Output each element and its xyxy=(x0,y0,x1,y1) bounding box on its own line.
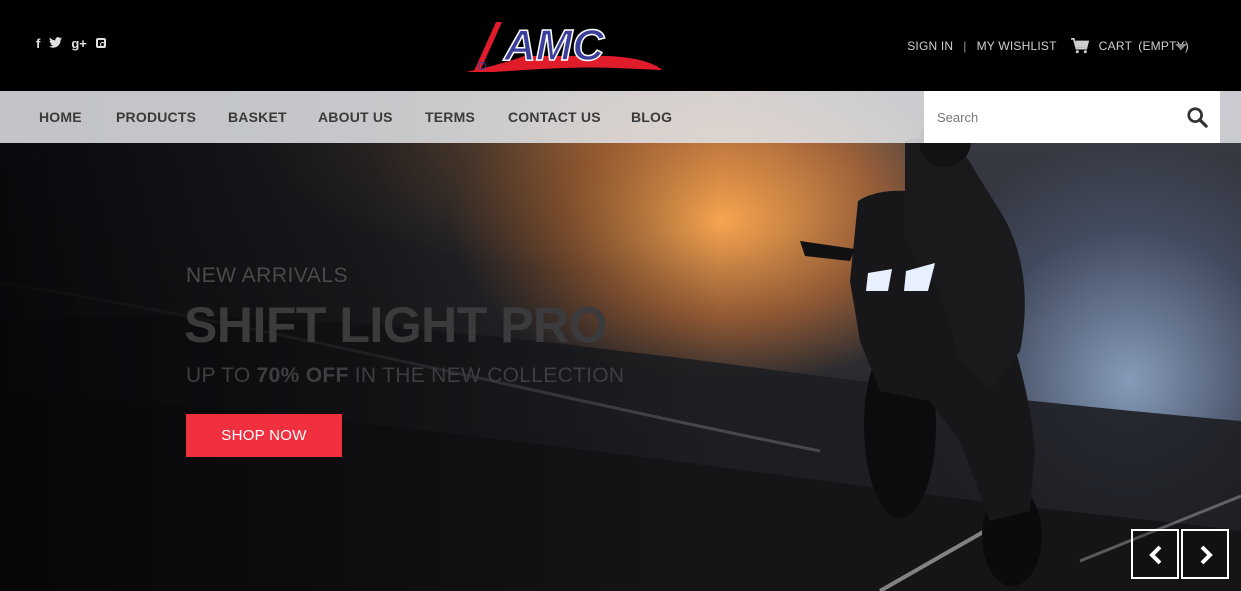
slider-next-button[interactable] xyxy=(1181,529,1229,579)
hero-subtitle-discount: 70% OFF xyxy=(256,364,349,387)
svg-text:AMC: AMC xyxy=(503,21,605,70)
wishlist-link[interactable]: MY WISHLIST xyxy=(977,39,1057,53)
sign-in-link[interactable]: SIGN IN xyxy=(907,39,953,53)
nav-item-blog[interactable]: BLOG xyxy=(631,109,672,125)
hero-subtitle: UP TO 70% OFF IN THE NEW COLLECTION xyxy=(186,364,624,388)
nav-item-terms[interactable]: TERMS xyxy=(425,109,475,125)
search-input[interactable] xyxy=(924,91,1177,143)
divider: | xyxy=(963,39,967,53)
cart-dropdown-caret-icon[interactable] xyxy=(1175,44,1187,50)
instagram-icon[interactable] xyxy=(95,38,106,48)
nav-item-products[interactable]: PRODUCTS xyxy=(116,109,196,125)
twitter-icon[interactable] xyxy=(49,36,63,52)
top-header: f g+ AMC SIGN IN | MY WISHLIST CART (EMP… xyxy=(0,0,1241,91)
google-plus-icon[interactable]: g+ xyxy=(71,36,87,52)
shop-now-button[interactable]: SHOP NOW xyxy=(186,414,342,457)
hero-headline: SHIFT LIGHT PRO xyxy=(184,297,608,353)
hero-subtitle-suffix: IN THE NEW COLLECTION xyxy=(354,364,625,387)
facebook-icon[interactable]: f xyxy=(36,36,40,52)
nav-item-home[interactable]: HOME xyxy=(39,109,82,125)
account-links: SIGN IN | MY WISHLIST CART (EMPTY) xyxy=(907,38,1189,54)
search-icon[interactable] xyxy=(1186,106,1208,128)
cart-icon[interactable] xyxy=(1070,38,1089,54)
slider-prev-button[interactable] xyxy=(1131,529,1179,579)
nav-item-about-us[interactable]: ABOUT US xyxy=(318,109,393,125)
hero-subtitle-prefix: UP TO xyxy=(186,364,251,387)
chevron-left-icon xyxy=(1149,545,1162,565)
cart-link[interactable]: CART xyxy=(1099,39,1133,53)
chevron-right-icon xyxy=(1200,545,1213,565)
social-links: f g+ xyxy=(36,36,115,52)
nav-item-contact-us[interactable]: CONTACT US xyxy=(508,109,601,125)
hero-kicker: NEW ARRIVALS xyxy=(186,264,348,287)
nav-item-basket[interactable]: BASKET xyxy=(228,109,287,125)
site-logo[interactable]: AMC xyxy=(464,16,664,76)
search-box xyxy=(924,91,1220,143)
